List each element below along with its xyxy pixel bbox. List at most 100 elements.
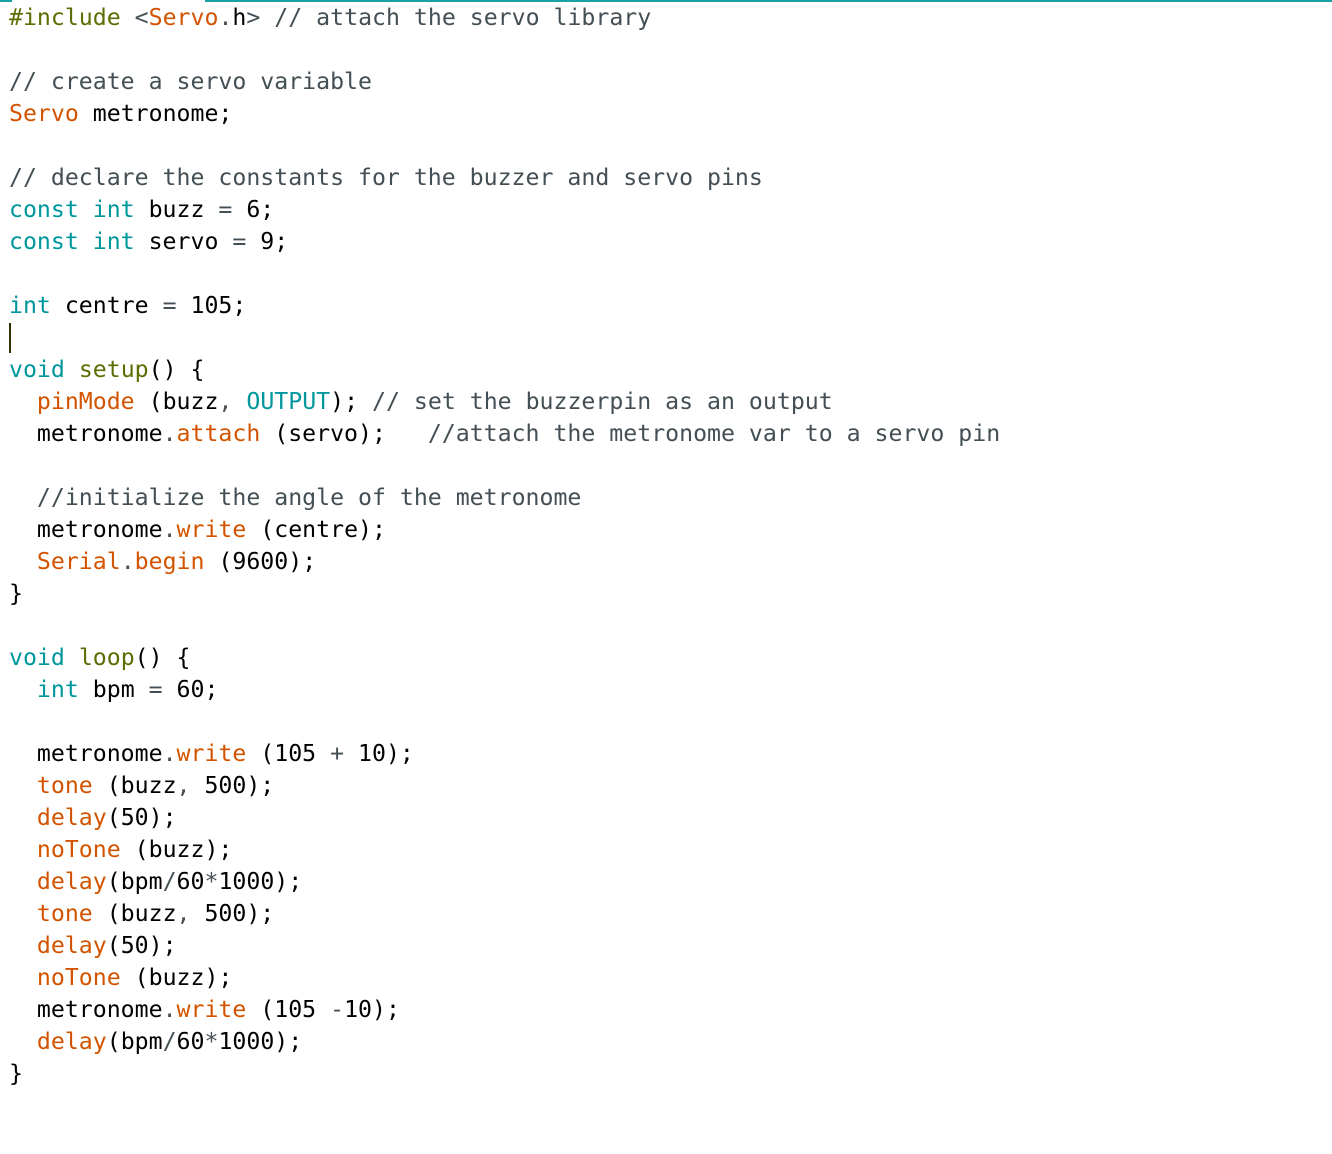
operator: . [218, 4, 233, 31]
code-text: metronome [9, 516, 163, 543]
function-name: Servo [9, 100, 79, 127]
comment: // attach the servo library [260, 4, 652, 31]
code-text: (bpm [106, 868, 163, 895]
code-line[interactable] [9, 130, 1000, 162]
code-text: metronome; [78, 100, 233, 127]
keyword: const int [9, 196, 135, 223]
code-text: (buzz); [120, 964, 233, 991]
function-name: pinMode [36, 388, 135, 415]
code-text: buzz [134, 196, 219, 223]
code-line[interactable]: Serial.begin (9600); [9, 546, 1000, 578]
preprocessor: #include [9, 4, 121, 31]
code-text: (buzz [134, 388, 219, 415]
code-line[interactable]: noTone (buzz); [9, 834, 1000, 866]
code-line[interactable] [9, 450, 1000, 482]
code-text: centre [50, 292, 163, 319]
code-line[interactable]: delay(bpm/60*1000); [9, 1026, 1000, 1058]
code-text: 10); [344, 996, 400, 1023]
operator: / [162, 868, 177, 895]
code-line[interactable]: Servo metronome; [9, 98, 1000, 130]
code-text: } [9, 580, 23, 607]
code-line[interactable] [9, 322, 1000, 354]
code-line[interactable]: void loop() { [9, 642, 1000, 674]
code-text: } [9, 1060, 23, 1087]
function-name: delay [36, 804, 107, 831]
keyword: const int [9, 228, 135, 255]
comment: //initialize the angle of the metronome [36, 484, 582, 511]
keyword: void [9, 356, 65, 383]
code-text: (buzz); [120, 836, 233, 863]
code-line[interactable]: noTone (buzz); [9, 962, 1000, 994]
code-line[interactable]: metronome.attach (servo); //attach the m… [9, 418, 1000, 450]
code-line[interactable]: delay(50); [9, 930, 1000, 962]
function-name: delay [36, 932, 107, 959]
operator: = [162, 292, 177, 319]
code-line[interactable]: // declare the constants for the buzzer … [9, 162, 1000, 194]
code-text: 60 [176, 1028, 205, 1055]
operator: , [176, 900, 191, 927]
text-cursor [9, 323, 11, 353]
code-line[interactable]: const int servo = 9; [9, 226, 1000, 258]
code-line[interactable]: delay(bpm/60*1000); [9, 866, 1000, 898]
code-text: (buzz [92, 772, 177, 799]
function-name: noTone [36, 836, 121, 863]
code-line[interactable]: tone (buzz, 500); [9, 898, 1000, 930]
preprocessor: loop [78, 644, 135, 671]
code-line[interactable]: int centre = 105; [9, 290, 1000, 322]
function-name: delay [36, 868, 107, 895]
code-line[interactable] [9, 258, 1000, 290]
code-line[interactable]: #include <Servo.h> // attach the servo l… [9, 2, 1000, 34]
code-text: 105; [176, 292, 247, 319]
code-line[interactable]: metronome.write (105 -10); [9, 994, 1000, 1026]
operator: = [232, 228, 247, 255]
code-line[interactable]: } [9, 578, 1000, 610]
keyword: void [9, 644, 65, 671]
code-text: 60 [176, 868, 205, 895]
code-line[interactable]: delay(50); [9, 802, 1000, 834]
operator: + [330, 740, 345, 767]
preprocessor: setup [78, 356, 149, 383]
code-line[interactable] [9, 706, 1000, 738]
function-name: delay [36, 1028, 107, 1055]
code-text: () { [134, 644, 191, 671]
comment: // create a servo variable [9, 68, 372, 95]
code-line[interactable]: //initialize the angle of the metronome [9, 482, 1000, 514]
code-text: () { [148, 356, 205, 383]
operator: - [330, 996, 345, 1023]
code-text: (105 [246, 996, 331, 1023]
function-name: begin [134, 548, 205, 575]
code-line[interactable]: metronome.write (centre); [9, 514, 1000, 546]
function-name: tone [36, 900, 93, 927]
code-line[interactable]: // create a servo variable [9, 66, 1000, 98]
operator: / [162, 1028, 177, 1055]
code-text: (centre); [246, 516, 386, 543]
comment: // set the buzzerpin as an output [372, 388, 833, 415]
code-line[interactable]: const int buzz = 6; [9, 194, 1000, 226]
code-text: 6; [232, 196, 275, 223]
code-line[interactable]: tone (buzz, 500); [9, 770, 1000, 802]
code-text: (50); [106, 804, 177, 831]
code-line[interactable]: metronome.write (105 + 10); [9, 738, 1000, 770]
code-line[interactable] [9, 610, 1000, 642]
code-line[interactable]: int bpm = 60; [9, 674, 1000, 706]
function-name: write [176, 996, 247, 1023]
code-text: 500); [190, 772, 275, 799]
code-line[interactable]: void setup() { [9, 354, 1000, 386]
code-text: (50); [106, 932, 177, 959]
code-editor[interactable]: #include <Servo.h> // attach the servo l… [9, 2, 1000, 1090]
function-name: Serial [36, 548, 121, 575]
code-line[interactable]: pinMode (buzz, OUTPUT); // set the buzze… [9, 386, 1000, 418]
code-line[interactable]: } [9, 1058, 1000, 1090]
code-text: 500); [190, 900, 275, 927]
code-text: metronome [9, 420, 163, 447]
code-line[interactable] [9, 34, 1000, 66]
